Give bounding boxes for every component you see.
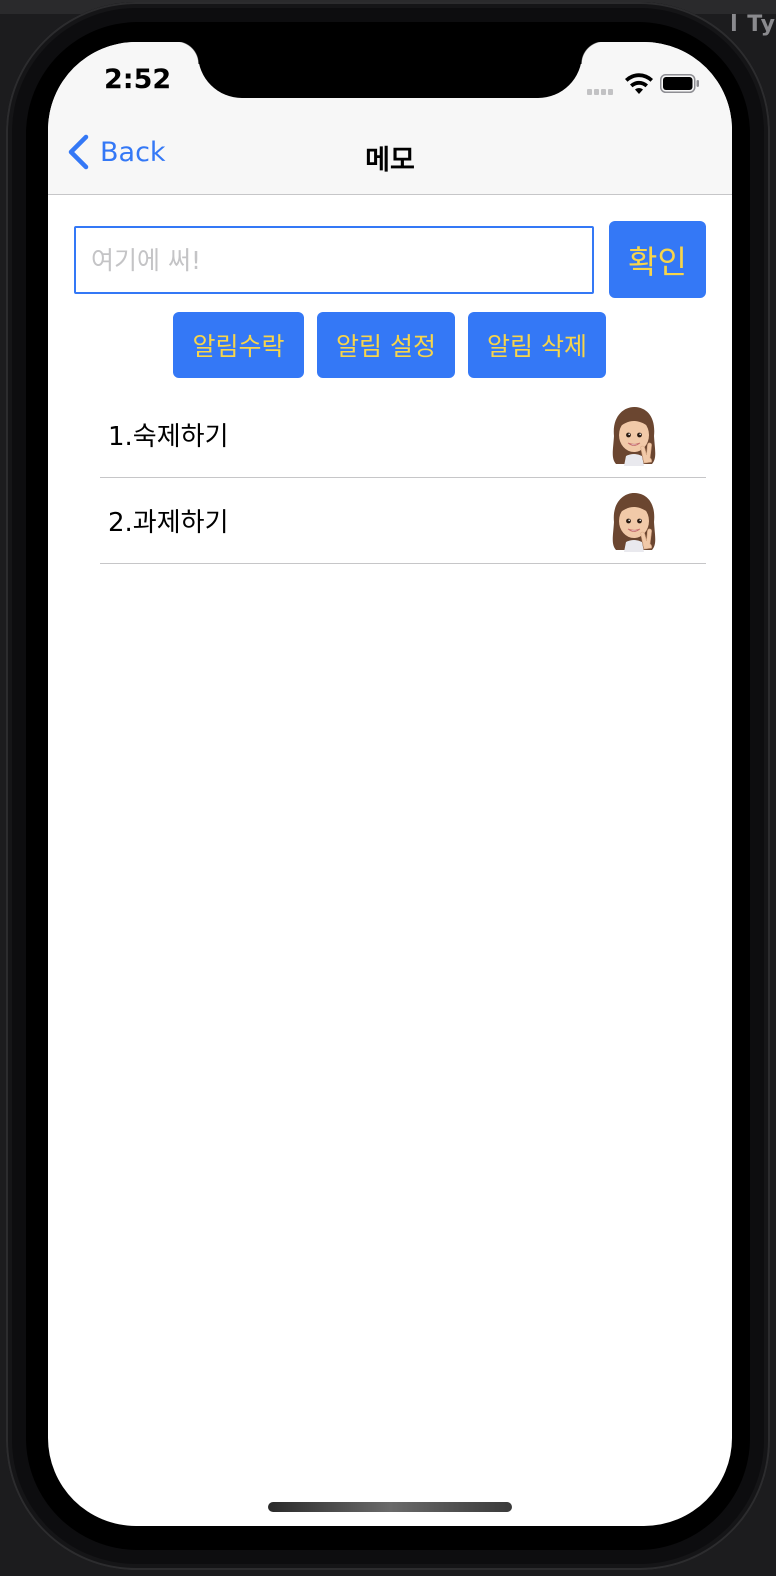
cellular-signal-icon [587,89,621,95]
memo-label: 2.과제하기 [108,508,229,538]
confirm-button[interactable]: 확인 [609,221,706,298]
memo-input[interactable] [74,226,594,294]
alarm-delete-button[interactable]: 알림 삭제 [468,312,606,378]
memo-list: 1.숙제하기 2.과제하기 [100,392,706,564]
status-time: 2:52 [104,64,172,95]
memoji-peace-sign-icon [612,493,656,552]
battery-full-icon [660,74,699,93]
notch [176,42,604,98]
wifi-icon [625,73,653,94]
alarm-set-button[interactable]: 알림 설정 [317,312,455,378]
navigation-bar: Back 메모 [48,112,732,195]
desktop-window-text: l Ty [730,12,776,37]
desktop-background: l Ty 2:52 Back 메모 여기에 써! 확인 알림수락 알림 설정 알… [0,0,776,1576]
alarm-accept-button[interactable]: 알림수락 [173,312,304,378]
phone-screen: 2:52 Back 메모 확인 [48,42,732,1526]
page-title: 메모 [365,145,415,176]
memo-row[interactable]: 1.숙제하기 [100,392,706,478]
memoji-peace-sign-icon [612,407,656,466]
memo-label: 1.숙제하기 [108,422,229,452]
memo-row[interactable]: 2.과제하기 [100,478,706,564]
home-indicator[interactable] [268,1502,512,1512]
